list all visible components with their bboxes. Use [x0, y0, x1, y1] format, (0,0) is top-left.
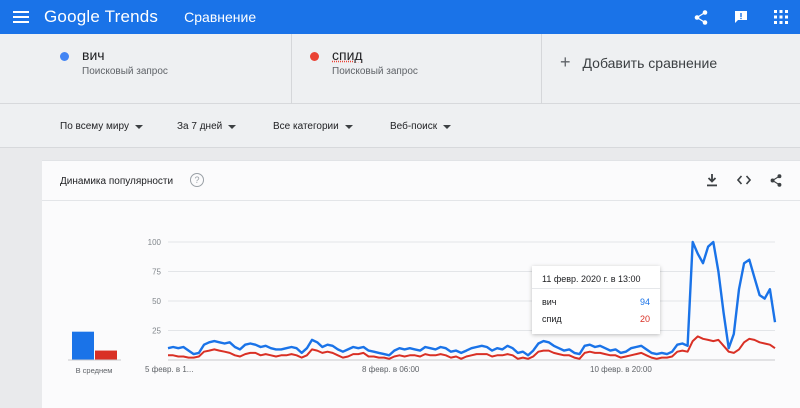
term-1-name[interactable]: вич [82, 47, 105, 63]
comparison-terms-bar: вич Поисковый запрос спид Поисковый запр… [0, 34, 800, 104]
term-card-1[interactable]: вич Поисковый запрос [42, 34, 292, 104]
period-label: За 7 дней [177, 121, 223, 132]
interest-over-time-card: Динамика популярности ? [42, 160, 800, 408]
page-title: Сравнение [184, 9, 257, 25]
tooltip-row-1: вич 94 [542, 297, 650, 307]
term-1-subtitle: Поисковый запрос [82, 66, 168, 77]
tooltip-row-1-name: вич [542, 297, 557, 307]
chevron-down-icon [134, 124, 143, 129]
add-comparison-card[interactable]: + Добавить сравнение [542, 34, 800, 104]
embed-code-icon[interactable] [736, 172, 752, 188]
help-icon[interactable]: ? [190, 173, 204, 187]
region-dropdown[interactable]: По всему миру [60, 121, 143, 132]
term-2-name[interactable]: спид [332, 47, 363, 63]
card-actions [704, 172, 784, 188]
tooltip-row-1-value: 94 [639, 297, 650, 307]
download-icon[interactable] [704, 172, 720, 188]
apps-grid-icon[interactable] [772, 8, 790, 26]
card-header: Динамика популярности ? [42, 161, 800, 201]
plus-icon: + [560, 52, 571, 72]
chart-tooltip: 11 февр. 2020 г. в 13:00 вич 94 спид 20 [532, 266, 660, 334]
chevron-down-icon [443, 124, 452, 129]
top-actions [692, 0, 790, 34]
chevron-down-icon [344, 124, 353, 129]
tooltip-divider [532, 288, 660, 289]
category-dropdown[interactable]: Все категории [273, 121, 353, 132]
add-comparison-label: Добавить сравнение [582, 54, 718, 71]
term-1-color-dot [60, 52, 69, 61]
top-app-bar: Google Trends Сравнение [0, 0, 800, 34]
tooltip-row-2: спид 20 [542, 314, 650, 324]
search-type-label: Веб-поиск [390, 121, 438, 132]
share-icon[interactable] [768, 172, 784, 188]
chevron-down-icon [228, 124, 237, 129]
category-label: Все категории [273, 121, 339, 132]
region-label: По всему миру [60, 121, 129, 132]
term-2-color-dot [310, 52, 319, 61]
google-trends-logo[interactable]: Google Trends [44, 7, 158, 27]
tooltip-row-2-value: 20 [639, 314, 650, 324]
search-type-dropdown[interactable]: Веб-поиск [390, 121, 452, 132]
period-dropdown[interactable]: За 7 дней [177, 121, 237, 132]
card-title: Динамика популярности [60, 176, 174, 187]
add-comparison-button[interactable]: + Добавить сравнение [560, 52, 717, 73]
term-2-subtitle: Поисковый запрос [332, 66, 418, 77]
tooltip-date: 11 февр. 2020 г. в 13:00 [542, 274, 641, 284]
share-icon[interactable] [692, 8, 710, 26]
logo-google-text: Google [44, 7, 101, 26]
filters-bar: По всему миру За 7 дней Все категории Ве… [0, 104, 800, 148]
feedback-icon[interactable] [732, 8, 750, 26]
menu-icon[interactable] [4, 0, 38, 34]
tooltip-row-2-name: спид [542, 314, 562, 324]
logo-trends-text: Trends [104, 7, 159, 26]
term-card-2[interactable]: спид Поисковый запрос [292, 34, 542, 104]
